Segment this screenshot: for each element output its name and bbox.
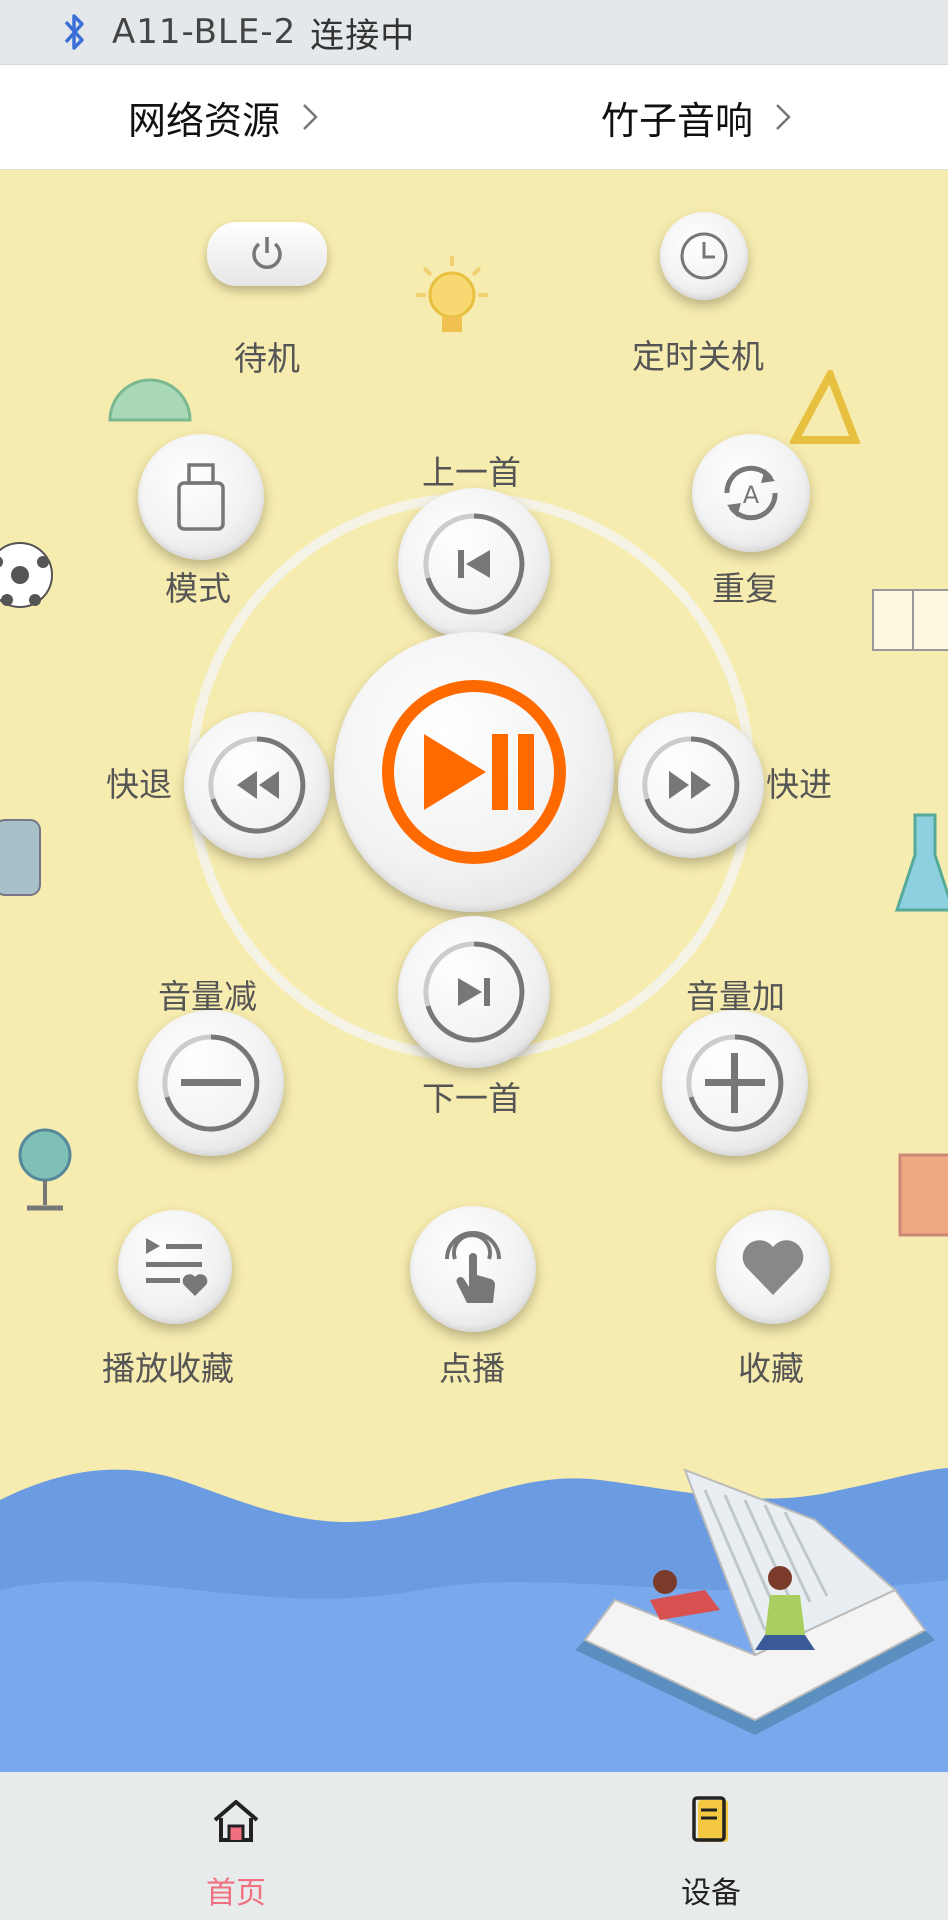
- heart-icon: [742, 1240, 804, 1295]
- repeat-icon: A: [724, 465, 778, 521]
- previous-button[interactable]: [398, 488, 550, 640]
- flask-icon: [895, 813, 948, 912]
- tab-home-label: 首页: [206, 1876, 266, 1911]
- repeat-button[interactable]: A: [692, 434, 810, 552]
- mode-label: 模式: [165, 569, 231, 608]
- rewind-button[interactable]: [184, 712, 330, 858]
- next-label: 下一首: [422, 1079, 521, 1118]
- play-favorites-label: 播放收藏: [102, 1349, 234, 1388]
- play-pause-button[interactable]: [334, 632, 614, 912]
- sleep-timer-button[interactable]: [660, 212, 748, 300]
- book-icon: [872, 589, 948, 651]
- tab-home[interactable]: 首页: [136, 1772, 336, 1920]
- standby-button[interactable]: [207, 222, 327, 286]
- plus-icon: [686, 1034, 784, 1132]
- fast-forward-icon: [642, 736, 740, 834]
- on-demand-button[interactable]: [410, 1206, 536, 1332]
- sleep-timer-label: 定时关机: [632, 337, 764, 376]
- skip-next-icon: [423, 941, 525, 1043]
- speaker-label: 竹子音响: [601, 98, 754, 143]
- protractor-icon: [108, 378, 192, 422]
- notebook-icon: [898, 1153, 948, 1237]
- volume-up-button[interactable]: [662, 1010, 808, 1156]
- favorite-label: 收藏: [738, 1349, 804, 1388]
- home-icon: [213, 1800, 259, 1842]
- connection-status: 连接中: [310, 15, 416, 56]
- touch-icon: [445, 1231, 501, 1303]
- chevron-right-icon: [776, 104, 791, 130]
- rewind-icon: [208, 736, 306, 834]
- on-demand-label: 点播: [439, 1349, 505, 1388]
- fast-forward-label: 快进: [766, 765, 832, 804]
- repeat-label: 重复: [712, 569, 778, 608]
- volume-down-button[interactable]: [138, 1010, 284, 1156]
- speaker-link[interactable]: 竹子音响: [601, 65, 791, 169]
- top-nav: 网络资源 竹子音响: [0, 65, 948, 170]
- favorite-button[interactable]: [716, 1210, 830, 1324]
- soccer-ball-icon: [0, 542, 53, 608]
- mode-button[interactable]: [138, 434, 264, 560]
- tab-device[interactable]: 设备: [611, 1772, 811, 1920]
- fast-forward-button[interactable]: [618, 712, 764, 858]
- remote-panel: 待机 定时关机 模式 上一首 A 重复 快退 快进 音量减 下一首 音量加 播放…: [0, 170, 948, 1772]
- device-name: A11-BLE-2: [112, 12, 297, 52]
- clock-icon: [680, 232, 728, 280]
- device-icon: [692, 1796, 728, 1842]
- network-resources-link[interactable]: 网络资源: [128, 65, 318, 169]
- set-square-icon: [790, 370, 860, 444]
- playlist-heart-icon: [146, 1238, 208, 1296]
- bluetooth-icon: [64, 14, 84, 50]
- network-resources-label: 网络资源: [128, 98, 281, 143]
- tab-device-label: 设备: [681, 1876, 741, 1911]
- bottom-tab-bar: 首页 设备: [0, 1772, 948, 1920]
- next-button[interactable]: [398, 916, 550, 1068]
- reading-kids-illustration: [575, 1468, 935, 1735]
- power-icon: [252, 237, 282, 269]
- status-bar: A11-BLE-2 连接中: [0, 0, 948, 65]
- svg-text:A: A: [743, 481, 760, 509]
- usb-drive-icon: [177, 463, 225, 531]
- rewind-label: 快退: [106, 765, 172, 804]
- standby-label: 待机: [234, 339, 300, 378]
- globe-icon: [18, 1128, 72, 1211]
- backpack-icon: [0, 819, 41, 896]
- previous-label: 上一首: [422, 453, 521, 492]
- chevron-right-icon: [303, 104, 318, 130]
- play-pause-icon: [382, 680, 566, 864]
- play-favorites-button[interactable]: [118, 1210, 232, 1324]
- minus-icon: [162, 1034, 260, 1132]
- lightbulb-icon: [416, 256, 488, 332]
- skip-previous-icon: [423, 513, 525, 615]
